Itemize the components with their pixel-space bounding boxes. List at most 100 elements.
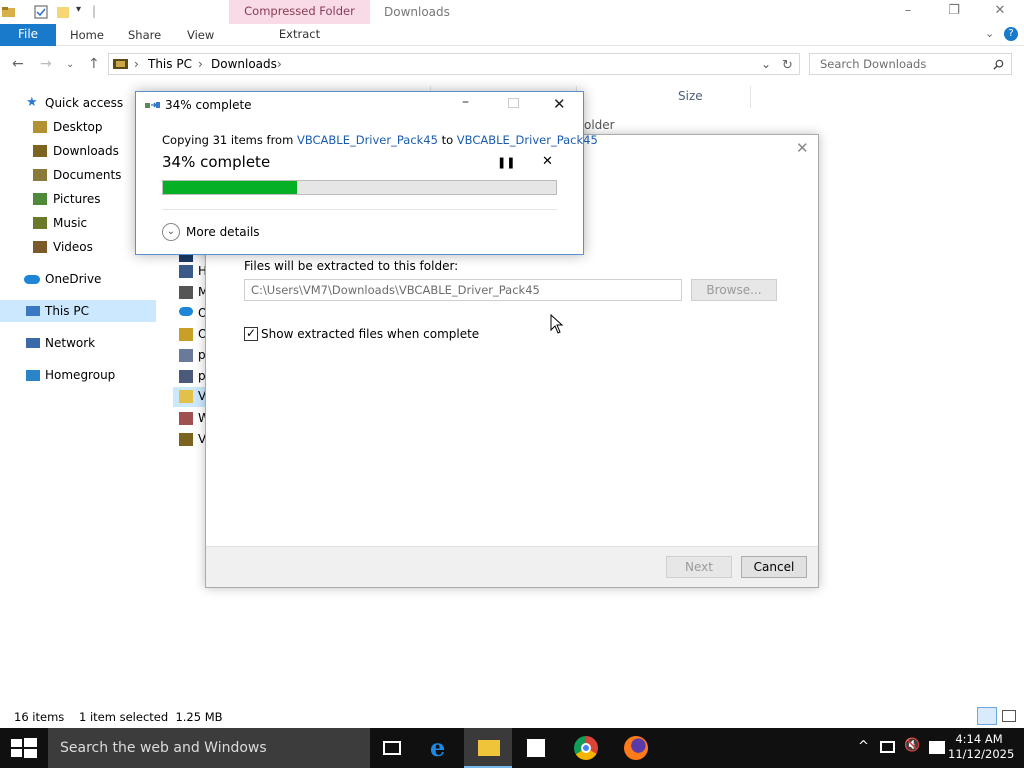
nav-item-music[interactable]: Music [0, 212, 156, 234]
tab-file[interactable]: File [0, 24, 56, 46]
browse-button[interactable]: Browse... [691, 279, 777, 301]
refresh-icon[interactable]: ↻ [782, 58, 793, 73]
copy-destination-link[interactable]: VBCABLE_Driver_Pack45 [457, 133, 598, 147]
breadcrumb-separator-icon: › [134, 57, 139, 71]
firefox-icon[interactable] [612, 728, 660, 768]
more-details-label: More details [186, 225, 260, 239]
file-icon [179, 286, 193, 299]
show-hidden-icons-icon[interactable]: ^ [858, 739, 869, 754]
network-status-icon[interactable] [880, 741, 895, 753]
column-divider [750, 86, 751, 108]
cancel-copy-button[interactable]: ✕ [542, 154, 553, 169]
properties-icon[interactable] [33, 4, 49, 20]
taskbar-search-box[interactable]: Search the web and Windows [48, 728, 370, 768]
ribbon-expand-icon[interactable]: ⌄ [985, 27, 994, 40]
downloads-icon [33, 145, 47, 157]
star-icon: ★ [26, 95, 38, 110]
file-icon [179, 433, 193, 446]
breadcrumb-separator-icon: › [198, 57, 203, 71]
breadcrumb-downloads[interactable]: Downloads [211, 57, 277, 71]
nav-item-desktop[interactable]: Desktop [0, 116, 156, 138]
nav-item-network[interactable]: Network [0, 332, 156, 354]
nav-item-onedrive[interactable]: OneDrive [0, 268, 156, 290]
more-details-button[interactable]: ⌄ More details [162, 223, 282, 243]
breadcrumb-this-pc[interactable]: This PC [148, 57, 192, 71]
minimize-button[interactable]: – [885, 0, 931, 24]
progress-maximize-button [508, 98, 519, 108]
ribbon-tabs: File Home Share View Extract ⌄ ? [0, 24, 1024, 46]
edge-icon[interactable]: e [416, 728, 464, 768]
cloud-icon [179, 307, 193, 316]
taskbar-clock[interactable]: 4:14 AM 11/12/2025 [948, 732, 1014, 762]
show-files-label: Show extracted files when complete [261, 327, 480, 341]
pause-button[interactable]: ❚❚ [497, 156, 515, 169]
file-explorer-icon[interactable] [464, 728, 512, 768]
homegroup-icon [26, 370, 40, 381]
windows-start-icon[interactable] [11, 738, 37, 758]
extract-footer: Next Cancel [206, 546, 818, 587]
qat-dropdown-icon[interactable]: ▾ [76, 4, 81, 20]
nav-item-pictures[interactable]: Pictures [0, 188, 156, 210]
progress-minimize-button[interactable]: – [462, 94, 469, 110]
item-count: 16 items [14, 710, 65, 724]
nav-item-videos[interactable]: Videos [0, 236, 156, 258]
back-button[interactable]: ← [12, 56, 24, 72]
details-view-icon[interactable] [977, 707, 997, 725]
network-icon [26, 338, 40, 348]
close-button[interactable]: ✕ [977, 0, 1023, 24]
new-folder-icon[interactable] [55, 4, 71, 20]
address-dropdown-icon[interactable]: ⌄ [761, 57, 771, 71]
file-icon [179, 265, 193, 278]
chevron-down-icon: ⌄ [162, 223, 180, 241]
nav-item-quick-access[interactable]: ★ Quick access [0, 92, 156, 114]
chrome-icon[interactable] [562, 728, 610, 768]
copy-to-word: to [441, 133, 454, 147]
breadcrumb-separator-icon: › [277, 57, 282, 71]
action-center-icon[interactable] [929, 741, 945, 754]
music-icon [33, 217, 47, 229]
tab-extract[interactable]: Extract [229, 24, 370, 46]
divider [162, 209, 557, 210]
forward-button[interactable]: → [40, 56, 52, 72]
tab-view[interactable]: View [187, 28, 214, 42]
videos-icon [33, 241, 47, 253]
nav-item-this-pc[interactable]: This PC [0, 300, 156, 322]
progress-bar [162, 180, 557, 195]
recent-locations-icon[interactable]: ⌄ [66, 59, 74, 70]
progress-bar-fill [163, 181, 297, 194]
tab-share[interactable]: Share [128, 28, 161, 42]
task-view-icon[interactable] [368, 728, 416, 768]
status-bar: 16 items 1 item selected 1.25 MB [0, 707, 1024, 728]
help-icon[interactable]: ? [1004, 27, 1018, 41]
clock-time: 4:14 AM [955, 732, 1003, 746]
next-button[interactable]: Next [666, 556, 732, 578]
nav-item-documents[interactable]: Documents [0, 164, 156, 186]
copy-source-link[interactable]: VBCABLE_Driver_Pack45 [297, 133, 438, 147]
nav-item-homegroup[interactable]: Homegroup [0, 364, 156, 386]
up-button[interactable]: ↑ [88, 56, 100, 72]
nav-item-downloads[interactable]: Downloads [0, 140, 156, 162]
store-icon[interactable] [512, 728, 560, 768]
volume-muted-icon[interactable]: 🔇 [904, 738, 920, 753]
address-bar[interactable]: › This PC › Downloads › ⌄ [108, 53, 800, 75]
maximize-button[interactable]: ❐ [931, 0, 977, 24]
extract-close-icon[interactable]: ✕ [796, 139, 809, 157]
file-icon [179, 370, 193, 383]
file-icon [179, 349, 193, 362]
file-row-selected[interactable]: V [173, 387, 206, 407]
column-header-size[interactable]: Size [678, 89, 703, 103]
progress-close-button[interactable]: ✕ [553, 95, 566, 113]
cancel-button[interactable]: Cancel [741, 556, 807, 578]
search-input[interactable] [818, 54, 988, 74]
extract-path-field[interactable]: C:\Users\VM7\Downloads\VBCABLE_Driver_Pa… [244, 279, 682, 301]
large-icons-view-icon[interactable] [1002, 710, 1016, 722]
copy-icon [145, 102, 160, 108]
desktop-icon [33, 121, 47, 133]
tab-home[interactable]: Home [70, 28, 104, 42]
search-box[interactable] [809, 53, 1012, 75]
checkmark-icon: ✓ [246, 326, 257, 340]
selection-info: 1 item selected 1.25 MB [79, 710, 223, 724]
context-tab-compressed-folder-tools: Compressed Folder Tools [229, 0, 370, 40]
show-files-checkbox[interactable]: ✓ [244, 326, 258, 341]
file-icon [179, 328, 193, 341]
